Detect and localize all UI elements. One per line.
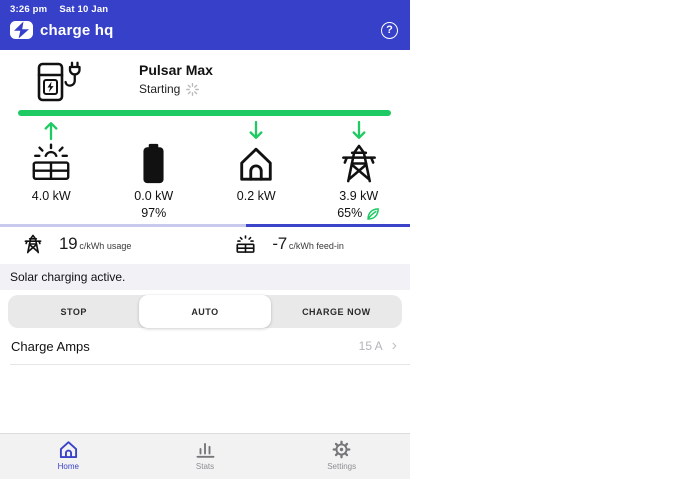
nav-settings-label: Settings bbox=[327, 462, 357, 471]
charge-now-button-label: CHARGE NOW bbox=[302, 306, 371, 317]
battery-flow-column: 0.0 kW 97% bbox=[103, 120, 206, 221]
house-icon bbox=[240, 147, 272, 181]
gear-icon bbox=[332, 440, 351, 459]
usage-rate-unit: c/kWh usage bbox=[79, 241, 132, 251]
charge-now-button[interactable]: CHARGE NOW bbox=[271, 295, 402, 328]
charger-info: Pulsar Max Starting bbox=[139, 61, 213, 103]
battery-power-value: 0.0 kW bbox=[134, 189, 174, 203]
battery-icon bbox=[143, 143, 164, 183]
brand-row: charge hq ? bbox=[0, 15, 410, 40]
nav-item-home[interactable]: Home bbox=[0, 434, 137, 479]
screen: 3:26 pm Sat 10 Jan charge hq ? Pulsar Ma… bbox=[0, 0, 690, 479]
home-flow-column: 0.2 kW bbox=[205, 120, 308, 221]
indicator-dark-segment bbox=[246, 224, 410, 227]
charge-amps-value: 15 A bbox=[358, 339, 383, 353]
charge-amps-value-group: 15 A › bbox=[358, 337, 397, 354]
indicator-light-segment bbox=[0, 224, 246, 227]
charging-progress-bar bbox=[18, 110, 391, 116]
help-button[interactable]: ? bbox=[381, 21, 398, 39]
nav-home-label: Home bbox=[57, 462, 79, 471]
grid-power-value: 3.9 kW bbox=[339, 189, 379, 203]
solar-flow-column: 4.0 kW bbox=[0, 120, 103, 221]
home-power-value: 0.2 kW bbox=[236, 189, 276, 203]
help-question-icon: ? bbox=[386, 24, 393, 36]
app-title: charge hq bbox=[40, 21, 114, 39]
grid-tower-icon bbox=[24, 234, 42, 254]
charger-status: Starting bbox=[139, 82, 213, 96]
app-header: 3:26 pm Sat 10 Jan charge hq ? bbox=[0, 0, 410, 50]
grid-flow-column: 3.9 kW 65% bbox=[308, 120, 411, 221]
stats-bars-icon bbox=[196, 443, 214, 458]
chargehq-app-window: 3:26 pm Sat 10 Jan charge hq ? Pulsar Ma… bbox=[0, 0, 410, 479]
status-message: Solar charging active. bbox=[0, 264, 410, 290]
arrow-up-icon bbox=[44, 122, 58, 141]
feed-in-rate-unit: c/kWh feed-in bbox=[288, 241, 344, 251]
grid-tower-icon bbox=[341, 144, 376, 182]
auto-button[interactable]: AUTO bbox=[139, 295, 271, 328]
battery-soc: 97% bbox=[141, 206, 167, 220]
charge-mode-control: STOP AUTO CHARGE NOW bbox=[8, 295, 402, 328]
nav-item-stats[interactable]: Stats bbox=[137, 434, 274, 479]
chevron-right-icon: › bbox=[391, 337, 397, 354]
charge-amps-row[interactable]: Charge Amps 15 A › bbox=[0, 328, 410, 364]
status-bar: 3:26 pm Sat 10 Jan bbox=[0, 0, 410, 15]
chargehq-logo-icon bbox=[10, 21, 33, 39]
nav-stats-label: Stats bbox=[195, 462, 215, 471]
power-flow-panel: 4.0 kW 0.0 kW 97% 0.2 kW 3.9 kW 65% bbox=[0, 120, 410, 221]
leaf-icon bbox=[367, 207, 380, 220]
feed-in-rate-value: -7 bbox=[272, 234, 287, 253]
status-date: Sat 10 Jan bbox=[59, 4, 109, 15]
grid-renewables-percent: 65% bbox=[337, 206, 363, 220]
home-icon bbox=[59, 441, 77, 459]
bottom-nav-bar: Home Stats Settings bbox=[0, 433, 410, 479]
status-time: 3:26 pm bbox=[10, 4, 48, 15]
status-message-text: Solar charging active. bbox=[10, 270, 126, 284]
usage-tariff[interactable]: 19 c/kWh usage bbox=[23, 234, 131, 254]
arrow-down-icon bbox=[249, 120, 263, 139]
charger-status-text: Starting bbox=[139, 82, 181, 96]
arrow-down-icon bbox=[352, 120, 366, 139]
ev-charger-icon bbox=[37, 61, 81, 102]
nav-item-settings[interactable]: Settings bbox=[273, 434, 410, 479]
page-indicator-line bbox=[0, 224, 410, 227]
stop-button[interactable]: STOP bbox=[8, 295, 139, 328]
charge-amps-label: Charge Amps bbox=[11, 338, 90, 354]
tariff-row: 19 c/kWh usage -7 c/kWh feed-in bbox=[0, 227, 410, 261]
spinner-icon bbox=[186, 82, 200, 96]
auto-button-label: AUTO bbox=[191, 306, 219, 317]
solar-power-value: 4.0 kW bbox=[31, 189, 71, 203]
grid-renewables: 65% bbox=[308, 206, 411, 221]
usage-rate-value: 19 bbox=[59, 234, 78, 253]
solar-panel-icon bbox=[32, 143, 70, 180]
solar-panel-icon bbox=[236, 234, 255, 253]
stop-button-label: STOP bbox=[60, 306, 87, 317]
feed-in-tariff[interactable]: -7 c/kWh feed-in bbox=[235, 234, 344, 254]
charger-section: Pulsar Max Starting bbox=[0, 50, 410, 103]
row-divider bbox=[10, 364, 410, 365]
charger-name: Pulsar Max bbox=[139, 62, 213, 78]
